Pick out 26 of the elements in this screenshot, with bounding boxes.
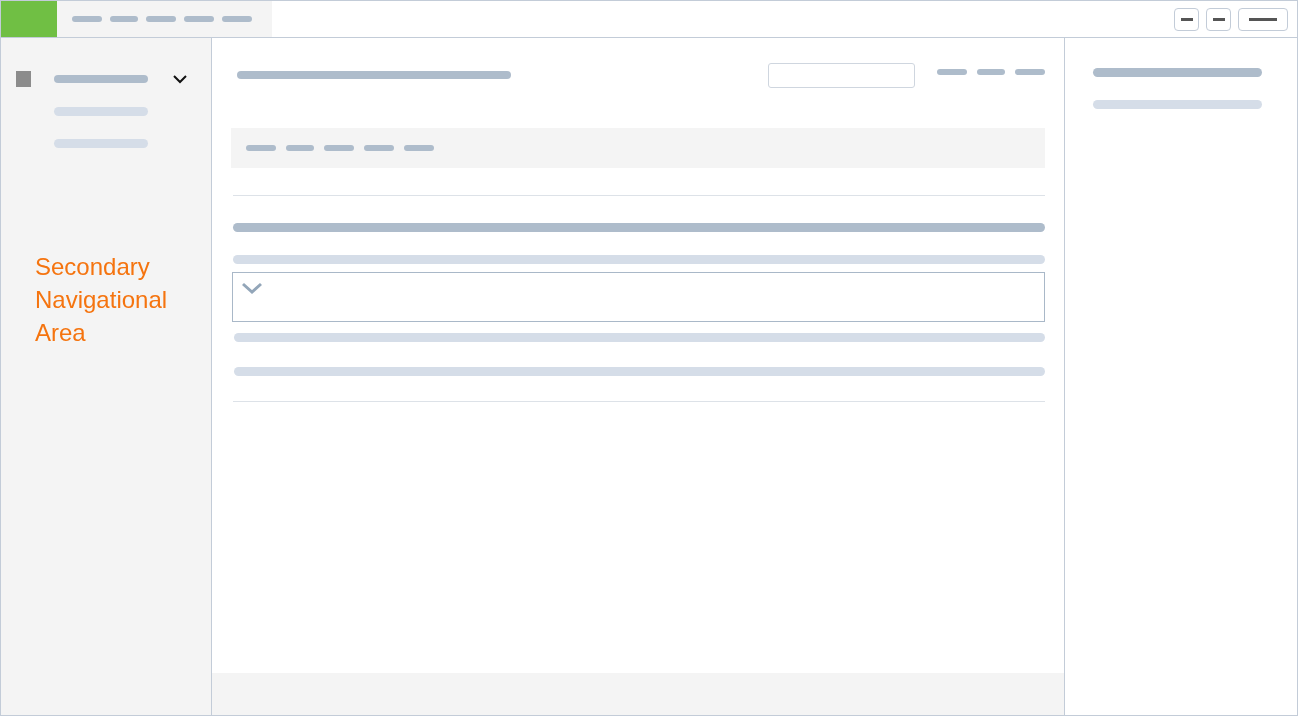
tab-placeholder[interactable] [286,145,314,151]
link-placeholder[interactable] [937,69,967,75]
search-field[interactable] [768,62,915,88]
nav-item-placeholder[interactable] [222,16,252,22]
nav-item-placeholder[interactable] [146,16,176,22]
nav-item-placeholder[interactable] [184,16,214,22]
tab-placeholder[interactable] [404,145,434,151]
dropdown-field[interactable] [232,272,1045,322]
chevron-down-icon[interactable] [173,74,187,84]
tab-placeholder[interactable] [364,145,394,151]
square-icon [16,71,31,87]
window-button[interactable] [1174,7,1199,31]
link-placeholder[interactable] [977,69,1005,75]
menu-item-placeholder[interactable] [54,75,148,83]
submenu-item-placeholder[interactable] [54,107,148,116]
link-placeholder[interactable] [1015,69,1045,75]
submenu-item-placeholder[interactable] [54,139,148,148]
nav-item-placeholder[interactable] [110,16,138,22]
window-button[interactable] [1238,7,1288,31]
tab-placeholder[interactable] [246,145,276,151]
nav-item-placeholder[interactable] [72,16,102,22]
tab-placeholder[interactable] [324,145,354,151]
chevron-down-icon [241,282,263,295]
logo-block [1,1,57,37]
window-button[interactable] [1206,7,1231,31]
area-label: Secondary Navigational Area [35,252,169,348]
